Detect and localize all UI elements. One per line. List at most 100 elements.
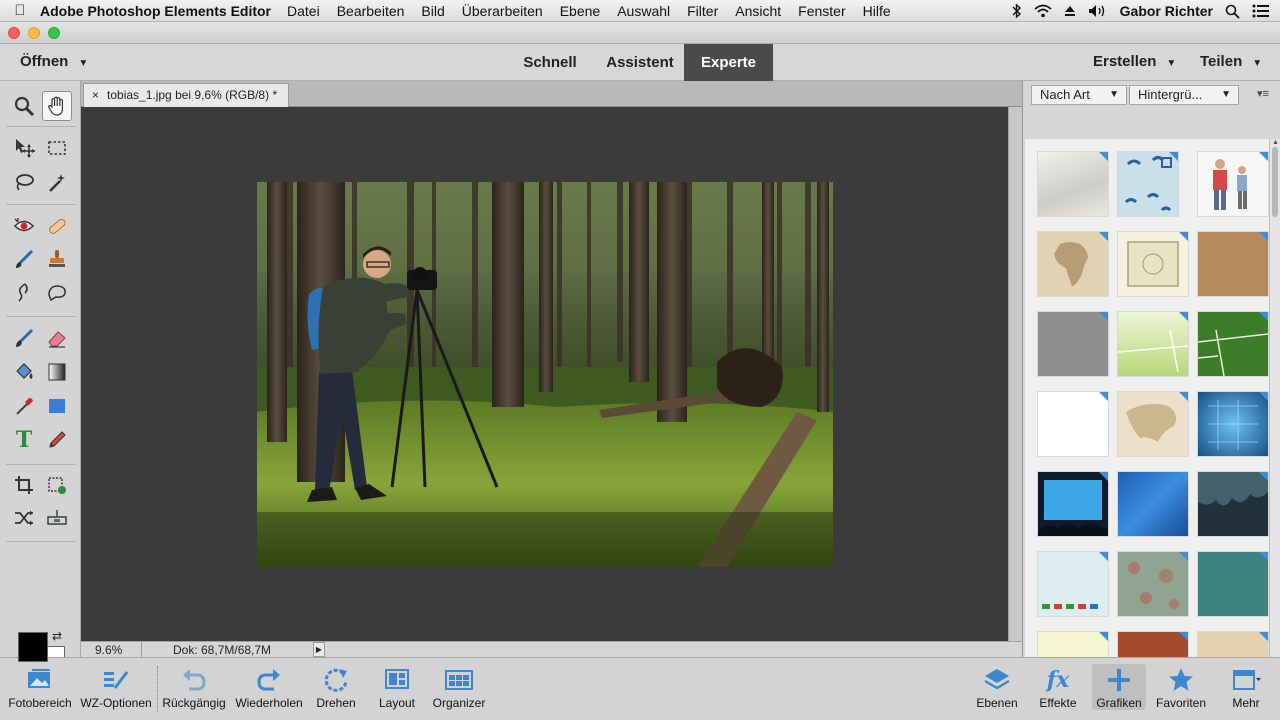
more-button[interactable]: Mehr	[1218, 664, 1274, 710]
graphic-thumbnail-asia-map[interactable]	[1117, 391, 1189, 457]
close-tab-icon[interactable]: ×	[92, 88, 99, 102]
menu-ueberarbeiten[interactable]: Überarbeiten	[462, 3, 543, 19]
organizer-button[interactable]: Organizer	[428, 664, 490, 710]
crop-tool[interactable]	[9, 470, 39, 500]
graphic-thumbnail-white[interactable]	[1037, 391, 1109, 457]
smart-brush-tool[interactable]	[9, 244, 39, 274]
menu-datei[interactable]: Datei	[287, 3, 320, 19]
graphic-thumbnail-scroll-map[interactable]	[1117, 231, 1189, 297]
graphic-thumbnail-blue-tiles[interactable]	[1117, 471, 1189, 537]
graphic-thumbnail-sand[interactable]	[1197, 631, 1269, 657]
graphic-thumbnail-gray-texture[interactable]	[1037, 311, 1109, 377]
effects-button[interactable]: fx Effekte	[1032, 664, 1084, 710]
sponge-tool[interactable]	[42, 277, 72, 307]
tab-assistent[interactable]: Assistent	[596, 44, 684, 81]
tool-options-button[interactable]: WZ-Optionen	[76, 664, 156, 710]
menu-hilfe[interactable]: Hilfe	[863, 3, 891, 19]
graphic-thumbnail-soccer-field[interactable]	[1197, 311, 1269, 377]
apple-menu-icon[interactable]: 	[0, 2, 40, 19]
text-tool[interactable]: T	[9, 425, 39, 455]
graphic-thumbnail-blue-birds[interactable]	[1117, 151, 1179, 217]
graphic-thumbnail-cars-pattern[interactable]	[1037, 551, 1109, 617]
straighten-tool[interactable]	[42, 503, 72, 533]
favorites-button[interactable]: Favoriten	[1150, 664, 1212, 710]
graphic-thumbnail-africa-map[interactable]	[1037, 231, 1109, 297]
undo-button[interactable]: Rückgängig	[158, 664, 230, 710]
wifi-icon[interactable]	[1034, 4, 1052, 18]
eyedropper-tool[interactable]	[9, 391, 39, 421]
panel-options-menu-icon[interactable]: ▾≡	[1257, 87, 1269, 100]
app-menu[interactable]: Adobe Photoshop Elements Editor	[40, 3, 271, 19]
paint-bucket-tool[interactable]	[9, 357, 39, 387]
status-menu-arrow-icon[interactable]: ▶	[313, 642, 325, 657]
minimize-window-button[interactable]	[28, 27, 40, 39]
graphic-thumbnail-floral-texture[interactable]	[1117, 551, 1189, 617]
eject-icon[interactable]	[1064, 5, 1076, 17]
layout-button[interactable]: Layout	[372, 664, 422, 710]
brush-tool[interactable]	[9, 323, 39, 353]
graphic-thumbnail-blue-grid[interactable]	[1197, 391, 1269, 457]
redo-button[interactable]: Wiederholen	[231, 664, 307, 710]
document-tab[interactable]: × tobias_1.jpg bei 9,6% (RGB/8) *	[83, 83, 289, 107]
graphics-button[interactable]: Grafiken	[1092, 664, 1146, 710]
foreground-color-swatch[interactable]	[18, 632, 48, 662]
graphic-thumbnail-stage-lights[interactable]	[1037, 471, 1109, 537]
category-dropdown[interactable]: Hintergrü... ▼	[1129, 85, 1239, 105]
shape-tool[interactable]	[42, 391, 72, 421]
zoom-tool[interactable]	[9, 91, 39, 121]
hand-tool[interactable]	[42, 91, 72, 121]
lasso-tool[interactable]	[9, 167, 39, 197]
canvas-vertical-scrollbar[interactable]	[1008, 107, 1022, 641]
menu-filter[interactable]: Filter	[687, 3, 718, 19]
pencil-tool[interactable]	[42, 425, 72, 455]
document-photo[interactable]	[257, 182, 833, 567]
blur-tool[interactable]	[9, 277, 39, 307]
menu-bild[interactable]: Bild	[421, 3, 444, 19]
photo-bin-button[interactable]: Fotobereich	[4, 664, 76, 710]
menu-ansicht[interactable]: Ansicht	[735, 3, 781, 19]
tab-schnell[interactable]: Schnell	[508, 44, 592, 81]
layers-button[interactable]: Ebenen	[970, 664, 1024, 710]
volume-icon[interactable]	[1088, 4, 1108, 18]
graphic-thumbnail-teal[interactable]	[1197, 551, 1269, 617]
eraser-tool[interactable]	[42, 323, 72, 353]
panel-scrollbar[interactable]: ▲	[1269, 139, 1280, 657]
bluetooth-icon[interactable]	[1012, 3, 1022, 19]
user-menu[interactable]: Gabor Richter	[1120, 3, 1213, 19]
clone-stamp-tool[interactable]	[42, 244, 72, 274]
graphic-thumbnail-people-walking[interactable]	[1197, 151, 1269, 217]
zoom-window-button[interactable]	[48, 27, 60, 39]
scrollbar-thumb[interactable]	[1272, 147, 1278, 217]
move-tool[interactable]	[9, 133, 39, 163]
graphic-thumbnail-kraft-paper[interactable]	[1197, 231, 1269, 297]
canvas-area[interactable]	[81, 107, 1008, 641]
menu-ebene[interactable]: Ebene	[560, 3, 600, 19]
close-window-button[interactable]	[8, 27, 20, 39]
sort-by-dropdown[interactable]: Nach Art ▼	[1031, 85, 1127, 105]
recompose-tool[interactable]	[42, 470, 72, 500]
graphic-thumbnail-soccer-field-light[interactable]	[1117, 311, 1189, 377]
spotlight-search-icon[interactable]	[1225, 4, 1240, 19]
quick-selection-tool[interactable]	[42, 167, 72, 197]
menu-auswahl[interactable]: Auswahl	[617, 3, 670, 19]
scroll-up-icon[interactable]: ▲	[1272, 139, 1279, 146]
create-button[interactable]: Erstellen ▼	[1093, 53, 1176, 70]
share-button[interactable]: Teilen ▼	[1200, 53, 1262, 70]
menu-bearbeiten[interactable]: Bearbeiten	[337, 3, 405, 19]
tab-experte[interactable]: Experte	[684, 44, 773, 81]
rotate-button[interactable]: Drehen	[308, 664, 364, 710]
graphic-thumbnail-brick[interactable]	[1117, 631, 1189, 657]
gradient-tool[interactable]	[42, 357, 72, 387]
graphic-thumbnail-dark-splash[interactable]	[1197, 471, 1269, 537]
graphic-thumbnail-cracked-wall[interactable]	[1037, 151, 1109, 217]
zoom-level-field[interactable]: 9.6%	[95, 643, 122, 657]
spot-healing-brush-tool[interactable]	[42, 211, 72, 241]
content-aware-move-tool[interactable]	[9, 503, 39, 533]
rectangular-marquee-tool[interactable]	[42, 133, 72, 163]
open-button[interactable]: Öffnen ▼	[20, 53, 88, 70]
graphic-thumbnail-pale-yellow[interactable]	[1037, 631, 1109, 657]
notification-center-icon[interactable]	[1252, 4, 1270, 18]
menu-fenster[interactable]: Fenster	[798, 3, 845, 19]
red-eye-tool[interactable]	[9, 211, 39, 241]
swap-colors-icon[interactable]: ⇄	[52, 629, 62, 643]
